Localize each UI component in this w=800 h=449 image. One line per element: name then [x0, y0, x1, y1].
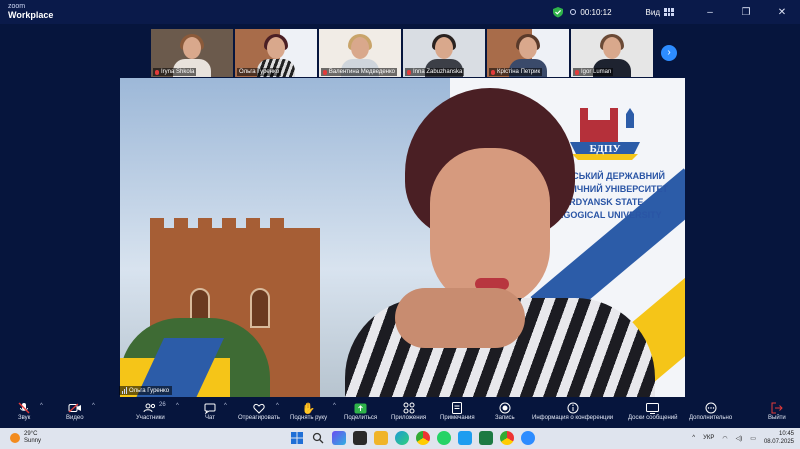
- gallery-next-button[interactable]: ›: [661, 45, 677, 61]
- excel-icon[interactable]: [479, 431, 493, 445]
- task-view-icon[interactable]: [353, 431, 367, 445]
- whiteboards-button[interactable]: Доски сообщений: [628, 401, 678, 421]
- participant-tile-active[interactable]: Ольга Гуренко: [235, 29, 317, 77]
- participants-count: 26: [159, 402, 166, 408]
- hand-icon: ✋: [301, 402, 316, 415]
- mic-muted-icon: [407, 69, 411, 75]
- clock[interactable]: 10:45 08.07.2025: [764, 430, 794, 446]
- chat-icon: [204, 401, 216, 415]
- mic-muted-icon: [491, 69, 495, 75]
- speaker-name: Ольга Гуренко: [129, 387, 170, 394]
- notes-button[interactable]: Примечания: [440, 401, 475, 421]
- audio-button[interactable]: Звук: [18, 401, 30, 421]
- record-icon: [495, 401, 515, 415]
- battery-icon[interactable]: ▭: [750, 435, 756, 442]
- chat-button[interactable]: Чат: [204, 401, 216, 421]
- react-options-caret[interactable]: ^: [276, 403, 279, 409]
- participant-tile[interactable]: Igor Luman: [571, 29, 653, 77]
- participant-tile[interactable]: Inna Zabuzhanska: [403, 29, 485, 77]
- chrome-profile-icon[interactable]: [500, 431, 514, 445]
- speaker-label: Ольга Гуренко: [119, 386, 173, 395]
- mic-muted-icon: [323, 69, 327, 75]
- info-icon: [532, 401, 613, 415]
- audio-options-caret[interactable]: ^: [40, 403, 43, 409]
- mic-muted-icon: [575, 69, 579, 75]
- zoom-logo: zoom Workplace: [8, 3, 54, 20]
- leave-button[interactable]: Выйти: [768, 401, 786, 421]
- minimize-button[interactable]: –: [692, 7, 728, 18]
- edge-browser-icon[interactable]: [395, 431, 409, 445]
- share-screen-icon: [344, 401, 377, 415]
- apps-icon: [391, 401, 426, 415]
- record-dot-icon: [570, 9, 577, 15]
- telegram-icon[interactable]: [458, 431, 472, 445]
- view-button[interactable]: Вид: [646, 8, 660, 17]
- raise-hand-options-caret[interactable]: ^: [333, 403, 336, 409]
- heart-icon: [238, 401, 280, 415]
- speaker-person: [335, 88, 655, 397]
- weather-temperature: 29°C: [24, 431, 38, 437]
- participant-name: Ольга Гуренко: [239, 69, 280, 75]
- language-indicator[interactable]: УКР: [703, 435, 714, 441]
- participant-name: Inna Zabuzhanska: [413, 69, 463, 75]
- close-button[interactable]: ✕: [764, 7, 800, 18]
- participant-tile[interactable]: Валентина Медведенко: [319, 29, 401, 77]
- participants-options-caret[interactable]: ^: [176, 403, 179, 409]
- wifi-icon[interactable]: ◠: [722, 435, 727, 442]
- participant-name: Iryna Shkola: [161, 69, 195, 75]
- mic-muted-icon: [155, 69, 159, 75]
- sun-icon: [10, 433, 20, 443]
- search-icon[interactable]: [311, 431, 325, 445]
- apps-button[interactable]: Приложения: [391, 401, 426, 421]
- participant-name: Igor Luman: [581, 69, 612, 75]
- more-dots-icon: [689, 401, 732, 415]
- shield-icon[interactable]: [552, 6, 564, 18]
- participant-name: Крістіна Петрик: [497, 69, 541, 75]
- leave-icon: [768, 401, 786, 415]
- participant-tile[interactable]: Крістіна Петрик: [487, 29, 569, 77]
- meeting-timer: 00:10:12: [580, 7, 612, 17]
- active-speaker-video[interactable]: БДПУ БЕРДЯНСЬКИЙ ДЕРЖАВНИЙ ПЕДАГОГІЧНИЙ …: [120, 78, 685, 397]
- share-button[interactable]: Поделиться: [344, 401, 377, 421]
- whiteboard-icon: [628, 401, 678, 415]
- audio-level-icon: [122, 387, 127, 394]
- video-options-caret[interactable]: ^: [92, 403, 95, 409]
- zoom-app-icon[interactable]: [521, 431, 535, 445]
- chrome-icon[interactable]: [416, 431, 430, 445]
- raise-hand-button[interactable]: ✋ Поднять руку: [290, 401, 327, 422]
- title-bar: zoom Workplace 00:10:12 Вид – ❐ ✕: [0, 0, 800, 24]
- react-button[interactable]: Отреагировать: [238, 401, 280, 421]
- os-taskbar: 29°C Sunny ^ УКР ◠ ◁) ▭ 10:45 08.07.2025: [0, 428, 800, 449]
- record-button[interactable]: Запись: [495, 401, 515, 421]
- meeting-info-button[interactable]: Информация о конференции: [532, 401, 613, 421]
- weather-widget[interactable]: 29°C Sunny: [10, 431, 41, 445]
- notes-icon: [440, 401, 475, 415]
- chevron-up-icon[interactable]: ^: [692, 435, 695, 441]
- chat-options-caret[interactable]: ^: [224, 403, 227, 409]
- participant-name: Валентина Медведенко: [328, 69, 395, 75]
- meeting-toolbar: Звук ^ Видео ^ Участники 26 ^ Чат ^ Отре…: [0, 398, 800, 428]
- participant-tile[interactable]: Iryna Shkola: [151, 29, 233, 77]
- whatsapp-icon[interactable]: [437, 431, 451, 445]
- grid-view-icon[interactable]: [664, 8, 674, 16]
- mic-muted-icon: [18, 401, 30, 415]
- participant-gallery: Iryna Shkola Ольга Гуренко Валентина Мед…: [151, 29, 653, 77]
- file-explorer-icon[interactable]: [374, 431, 388, 445]
- volume-icon[interactable]: ◁): [736, 435, 743, 442]
- camera-icon: [66, 401, 84, 415]
- windows-start-icon[interactable]: [290, 431, 304, 445]
- brand-bottom: Workplace: [8, 10, 54, 20]
- more-button[interactable]: Дополнительно: [689, 401, 732, 421]
- weather-condition: Sunny: [24, 438, 42, 444]
- video-button[interactable]: Видео: [66, 401, 84, 421]
- copilot-icon[interactable]: [332, 431, 346, 445]
- maximize-button[interactable]: ❐: [728, 7, 764, 18]
